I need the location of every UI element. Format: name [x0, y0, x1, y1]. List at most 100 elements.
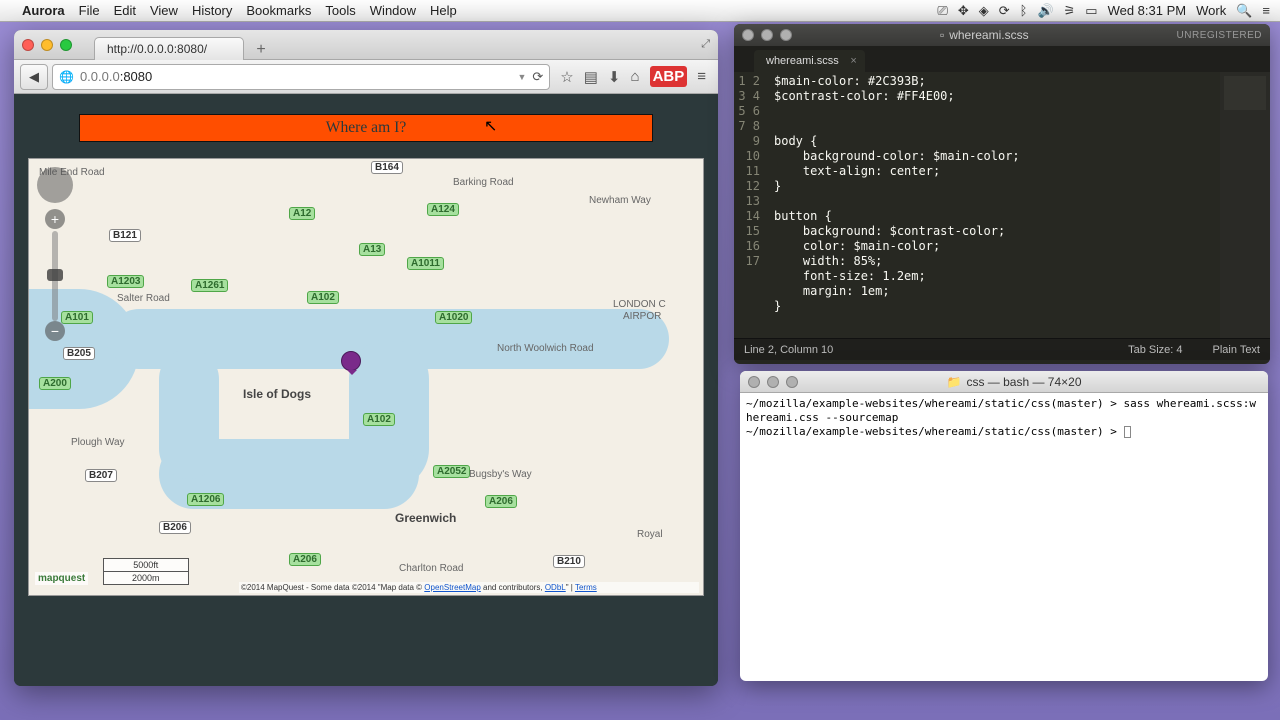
bookmark-star-icon[interactable]: ☆: [560, 68, 573, 86]
terminal-close-button[interactable]: [748, 376, 760, 388]
adblock-icon[interactable]: ABP: [650, 66, 688, 87]
menubar-clock[interactable]: Wed 8:31 PM: [1108, 3, 1187, 18]
place-label: Bugsby's Way: [469, 469, 532, 480]
editor-close-button[interactable]: [742, 29, 754, 41]
road-label: A206: [485, 495, 517, 508]
menu-edit[interactable]: Edit: [114, 3, 136, 18]
home-icon[interactable]: ⌂: [631, 68, 640, 85]
status-position[interactable]: Line 2, Column 10: [744, 344, 833, 356]
road-label: B121: [109, 229, 141, 242]
status-language[interactable]: Plain Text: [1213, 344, 1261, 356]
terms-link[interactable]: Terms: [575, 583, 597, 592]
notifications-icon[interactable]: ≡: [1262, 3, 1270, 18]
road-label: B207: [85, 469, 117, 482]
close-button[interactable]: [22, 39, 34, 51]
menu-tools[interactable]: Tools: [325, 3, 355, 18]
url-bar[interactable]: 🌐 0.0.0.0:8080 ▼ ⟳: [52, 64, 550, 90]
place-label: North Woolwich Road: [497, 343, 594, 354]
status-tabsize[interactable]: Tab Size: 4: [1128, 344, 1182, 356]
editor-tab-label: whereami.scss: [766, 55, 839, 67]
place-label: LONDON C: [613, 299, 666, 310]
folder-icon: 📁: [946, 375, 961, 389]
map-marker[interactable]: [341, 351, 361, 371]
place-label: Royal: [637, 529, 663, 540]
place-label: Greenwich: [395, 511, 456, 525]
map-brand: mapquest: [35, 572, 88, 585]
map-canvas[interactable]: A12A124A13A1011A1203A1261A102A1020A200A1…: [28, 158, 704, 596]
browser-toolbar: ◀ 🌐 0.0.0.0:8080 ▼ ⟳ ☆ ▤ ⬇ ⌂ ABP ≡: [14, 60, 718, 94]
terminal-window-controls: [748, 376, 798, 388]
url-port: :8080: [120, 69, 153, 84]
downloads-icon[interactable]: ⬇: [608, 68, 621, 86]
terminal-body[interactable]: ~/mozilla/example-websites/whereami/stat…: [740, 393, 1268, 681]
hamburger-menu-icon[interactable]: ≡: [697, 68, 706, 85]
zoom-out-button[interactable]: −: [45, 321, 65, 341]
editor-filename: whereami.scss: [949, 28, 1028, 42]
zoom-slider[interactable]: [52, 231, 58, 321]
zoom-thumb[interactable]: [47, 269, 63, 281]
road-label: A2052: [433, 465, 470, 478]
url-host: 0.0.0.0: [80, 69, 120, 84]
editor-zoom-button[interactable]: [780, 29, 792, 41]
road-label: A12: [289, 207, 315, 220]
file-icon: ▫: [940, 28, 944, 42]
toolbar-icons: ☆ ▤ ⬇ ⌂ ABP ≡: [554, 66, 712, 87]
zoom-button[interactable]: [60, 39, 72, 51]
spotlight-icon[interactable]: 🔍: [1236, 3, 1252, 19]
road-label: A200: [39, 377, 71, 390]
browser-window: http://0.0.0.0:8080/ + ⤢ ◀ 🌐 0.0.0.0:808…: [14, 30, 718, 686]
minimap[interactable]: [1220, 72, 1270, 338]
battery-icon[interactable]: ▭: [1085, 3, 1097, 19]
browser-titlebar[interactable]: http://0.0.0.0:8080/ + ⤢: [14, 30, 718, 60]
menu-bookmarks[interactable]: Bookmarks: [246, 3, 311, 18]
terminal-window: 📁css — bash — 74×20 ~/mozilla/example-we…: [740, 371, 1268, 681]
editor-titlebar[interactable]: ▫ whereami.scss UNREGISTERED: [734, 24, 1270, 46]
back-button[interactable]: ◀: [20, 64, 48, 90]
menu-help[interactable]: Help: [430, 3, 457, 18]
bluetooth-icon[interactable]: ᛒ: [1020, 3, 1028, 18]
road-label: A102: [363, 413, 395, 426]
editor-window: ▫ whereami.scss UNREGISTERED whereami.scs…: [734, 24, 1270, 364]
url-dropdown-icon[interactable]: ▼: [517, 72, 526, 82]
menu-history[interactable]: History: [192, 3, 232, 18]
menu-file[interactable]: File: [79, 3, 100, 18]
where-am-i-button[interactable]: Where am I?: [79, 114, 654, 142]
new-tab-button[interactable]: +: [250, 40, 272, 60]
dropbox-icon[interactable]: ◈: [979, 3, 989, 19]
browser-tab[interactable]: http://0.0.0.0:8080/: [94, 37, 244, 60]
zoom-in-button[interactable]: +: [45, 209, 65, 229]
road-label: B206: [159, 521, 191, 534]
road-label: A102: [307, 291, 339, 304]
road-label: A1261: [191, 279, 228, 292]
editor-statusbar: Line 2, Column 10 Tab Size: 4 Plain Text: [734, 338, 1270, 360]
menubar-work[interactable]: Work: [1196, 3, 1226, 18]
tab-close-icon[interactable]: ×: [850, 55, 856, 67]
reload-icon[interactable]: ⟳: [532, 69, 543, 85]
menu-view[interactable]: View: [150, 3, 178, 18]
menu-window[interactable]: Window: [370, 3, 416, 18]
screencast-icon[interactable]: ⎚: [937, 3, 947, 19]
page-content: Where am I? A12A124A13A1011A1203A1261A10…: [14, 94, 718, 686]
volume-icon[interactable]: 🔊: [1037, 3, 1053, 19]
code-area[interactable]: 1 2 3 4 5 6 7 8 9 10 11 12 13 14 15 16 1…: [734, 72, 1270, 338]
tab-strip: http://0.0.0.0:8080/ +: [94, 35, 272, 60]
minimize-button[interactable]: [41, 39, 53, 51]
osm-link[interactable]: OpenStreetMap: [424, 583, 480, 592]
readinglist-icon[interactable]: ▤: [584, 68, 598, 86]
app-menu[interactable]: Aurora: [22, 3, 65, 18]
timer-icon[interactable]: ⟳: [999, 3, 1010, 19]
terminal-minimize-button[interactable]: [767, 376, 779, 388]
wifi-icon[interactable]: ⚞: [1064, 3, 1076, 19]
terminal-titlebar[interactable]: 📁css — bash — 74×20: [740, 371, 1268, 393]
editor-tab[interactable]: whereami.scss ×: [754, 50, 865, 72]
fullscreen-icon[interactable]: ⤢: [701, 38, 710, 51]
macos-menubar: Aurora File Edit View History Bookmarks …: [0, 0, 1280, 22]
mouse-cursor-icon: ↖: [484, 116, 497, 136]
unregistered-label: UNREGISTERED: [1177, 30, 1262, 41]
editor-minimize-button[interactable]: [761, 29, 773, 41]
sync-icon[interactable]: ✥: [958, 3, 969, 19]
compass-icon[interactable]: [37, 167, 73, 203]
odbl-link[interactable]: ODbL: [545, 583, 566, 592]
terminal-zoom-button[interactable]: [786, 376, 798, 388]
code-text[interactable]: $main-color: #2C393B; $contrast-color: #…: [766, 72, 1220, 338]
